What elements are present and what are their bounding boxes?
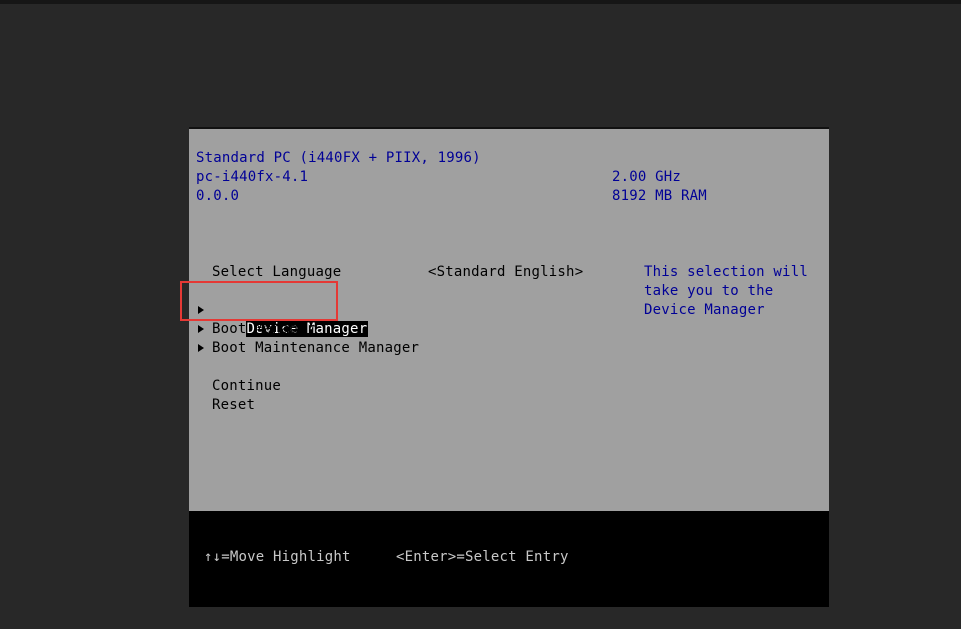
machine-name: Standard PC (i440FX + PIIX, 1996)	[196, 150, 481, 166]
memory-size: 8192 MB RAM	[612, 188, 707, 204]
help-text-line: This selection will	[644, 264, 808, 280]
firmware-version: 0.0.0	[196, 188, 240, 204]
submenu-arrow-icon	[198, 306, 204, 314]
menu-item-boot-maintenance-manager[interactable]: Boot Maintenance Manager	[212, 339, 419, 358]
window-top-edge	[0, 0, 961, 4]
select-entry-hint: <Enter>=Select Entry	[396, 549, 569, 565]
menu-item-reset[interactable]: Reset	[212, 396, 255, 415]
machine-model: pc-i440fx-4.1	[196, 169, 309, 185]
menu-item-boot-manager[interactable]: Boot Manager	[212, 320, 316, 339]
menu-item-continue[interactable]: Continue	[212, 377, 281, 396]
language-value[interactable]: <Standard English>	[428, 263, 583, 282]
submenu-arrow-icon	[198, 325, 204, 333]
help-text-line: Device Manager	[644, 302, 765, 318]
help-text-line: take you to the	[644, 283, 774, 299]
key-hint-footer: ↑↓=Move Highlight <Enter>=Select Entry	[189, 511, 829, 607]
submenu-arrow-icon	[198, 344, 204, 352]
uefi-setup-screen: Standard PC (i440FX + PIIX, 1996) pc-i44…	[189, 127, 829, 607]
cpu-speed: 2.00 GHz	[612, 169, 682, 185]
select-language-label: Select Language	[212, 264, 342, 280]
move-highlight-hint: ↑↓=Move Highlight	[204, 549, 351, 565]
